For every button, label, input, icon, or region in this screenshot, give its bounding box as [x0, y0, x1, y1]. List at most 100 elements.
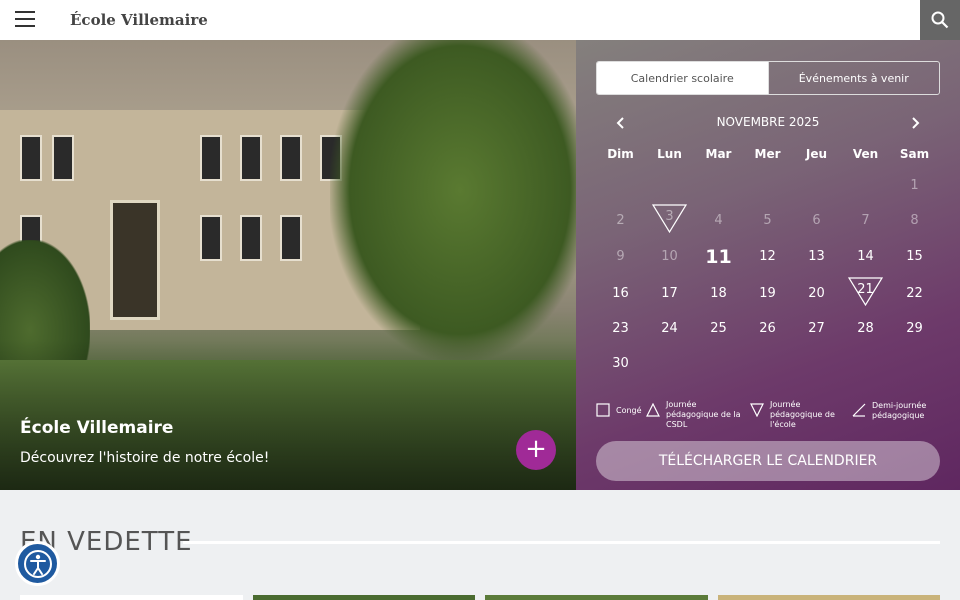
day-number: 29 — [906, 321, 923, 336]
calendar-day[interactable]: 11 — [694, 242, 743, 272]
day-number: 14 — [857, 249, 874, 264]
calendar-day[interactable]: 18 — [694, 279, 743, 309]
calendar-day[interactable]: 8 — [890, 206, 939, 236]
calendar-day[interactable]: 5 — [743, 206, 792, 236]
window — [280, 215, 302, 261]
search-button[interactable] — [920, 0, 960, 40]
half-triangle-icon — [852, 403, 866, 417]
triangle-down-icon — [750, 403, 764, 417]
featured-card[interactable] — [485, 595, 708, 600]
calendar-tabs: Calendrier scolaire Événements à venir — [596, 61, 940, 95]
weekday-label: Ven — [852, 147, 879, 161]
calendar-day[interactable]: 6 — [792, 206, 841, 236]
next-month-button[interactable] — [905, 113, 925, 133]
calendar-day[interactable]: 21 — [841, 277, 890, 309]
legend-csdl: Journée pédagogique de la CSDL — [666, 400, 741, 429]
day-number: 2 — [616, 213, 625, 228]
day-number: 27 — [808, 321, 825, 336]
tab-evenements-a-venir[interactable]: Événements à venir — [767, 62, 940, 94]
calendar-day[interactable]: 23 — [596, 314, 645, 344]
door — [110, 200, 160, 320]
calendar-day[interactable]: 30 — [596, 349, 645, 379]
legend-conge: Congé — [616, 406, 642, 415]
download-calendar-button[interactable]: TÉLÉCHARGER LE CALENDRIER — [596, 441, 940, 481]
calendar-day[interactable]: 29 — [890, 314, 939, 344]
previous-month-button[interactable] — [611, 113, 631, 133]
triangle-up-icon — [646, 403, 660, 417]
calendar-day[interactable]: 10 — [645, 242, 694, 272]
calendar-day[interactable]: 4 — [694, 206, 743, 236]
window — [200, 135, 222, 181]
legend-ecole: Journée pédagogique de l'école — [770, 400, 835, 429]
weekday-label: Dim — [607, 147, 634, 161]
search-icon — [931, 11, 949, 29]
featured-card[interactable] — [718, 595, 940, 600]
calendar-day[interactable]: 17 — [645, 279, 694, 309]
calendar-day[interactable]: 14 — [841, 242, 890, 272]
chevron-right-icon — [912, 117, 920, 129]
calendar-day[interactable]: 13 — [792, 242, 841, 272]
accessibility-button[interactable] — [15, 541, 60, 586]
calendar-legend: Congé Journée pédagogique de la CSDL Jou… — [596, 400, 940, 430]
calendar-day[interactable]: 27 — [792, 314, 841, 344]
day-number: 20 — [808, 286, 825, 301]
calendar-day[interactable]: 19 — [743, 279, 792, 309]
weekday-label: Sam — [899, 147, 930, 161]
day-number: 21 — [857, 282, 874, 297]
tree — [330, 40, 576, 360]
calendar-day[interactable]: 9 — [596, 242, 645, 272]
calendar-day[interactable]: 3 — [645, 204, 694, 236]
site-title[interactable]: École Villemaire — [70, 11, 208, 29]
calendar-day[interactable]: 22 — [890, 279, 939, 309]
hero-title: École Villemaire — [20, 418, 174, 438]
window — [240, 135, 262, 181]
calendar-day[interactable]: 20 — [792, 279, 841, 309]
weekday-label: Mer — [754, 147, 781, 161]
day-number: 19 — [759, 286, 776, 301]
hero-subtitle: Découvrez l'histoire de notre école! — [20, 450, 270, 466]
calendar-day[interactable]: 24 — [645, 314, 694, 344]
day-number: 22 — [906, 286, 923, 301]
day-number: 8 — [910, 213, 919, 228]
day-number: 7 — [861, 213, 870, 228]
calendar-panel: Calendrier scolaire Événements à venir N… — [576, 40, 960, 490]
featured-divider — [183, 541, 940, 544]
day-number: 15 — [906, 249, 923, 264]
calendar-day[interactable]: 7 — [841, 206, 890, 236]
window — [200, 215, 222, 261]
day-number: 9 — [616, 249, 625, 264]
window — [20, 135, 42, 181]
top-header: École Villemaire — [0, 0, 960, 40]
day-number: 5 — [763, 213, 772, 228]
window — [52, 135, 74, 181]
featured-card[interactable] — [20, 595, 243, 600]
hero-more-button[interactable]: + — [516, 430, 556, 470]
tab-calendrier-scolaire[interactable]: Calendrier scolaire — [597, 62, 768, 94]
weekday-label: Lun — [657, 147, 682, 161]
featured-card[interactable] — [253, 595, 475, 600]
day-number: 17 — [661, 286, 678, 301]
weekday-label: Mar — [705, 147, 732, 161]
calendar-day[interactable]: 26 — [743, 314, 792, 344]
calendar-day[interactable]: 2 — [596, 206, 645, 236]
calendar-day[interactable]: 1 — [890, 171, 939, 201]
day-number: 3 — [665, 209, 674, 224]
calendar-day[interactable]: 28 — [841, 314, 890, 344]
day-number: 13 — [808, 249, 825, 264]
hero-shade — [0, 340, 576, 490]
accessibility-icon — [23, 549, 52, 578]
chevron-left-icon — [616, 117, 624, 129]
legend-demi: Demi-journée pédagogique — [872, 401, 927, 420]
day-number: 26 — [759, 321, 776, 336]
day-number: 16 — [612, 286, 629, 301]
window — [240, 215, 262, 261]
day-number: 11 — [705, 246, 732, 268]
hamburger-menu-icon[interactable] — [15, 11, 36, 28]
calendar-day[interactable]: 25 — [694, 314, 743, 344]
day-number: 4 — [714, 213, 723, 228]
calendar-day[interactable]: 12 — [743, 242, 792, 272]
window — [280, 135, 302, 181]
calendar-day[interactable]: 15 — [890, 242, 939, 272]
day-number: 25 — [710, 321, 727, 336]
calendar-day[interactable]: 16 — [596, 279, 645, 309]
